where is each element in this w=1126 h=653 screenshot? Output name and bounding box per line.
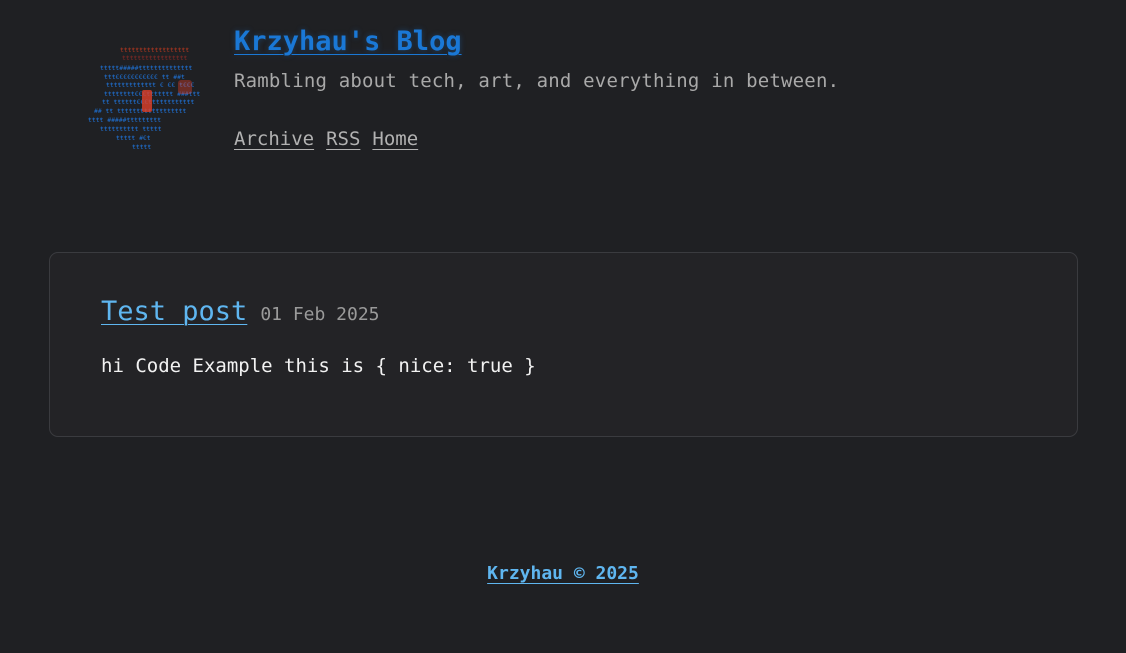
svg-text:ŧŧŧ€€€€€€€€€€€ ŧŧ ##ŧ: ŧŧŧ€€€€€€€€€€€ ŧŧ ##ŧ — [104, 73, 185, 81]
svg-text:ŧŧŧŧŧŧŧŧŧŧ ŧŧŧŧŧ: ŧŧŧŧŧŧŧŧŧŧ ŧŧŧŧŧ — [100, 125, 162, 133]
site-footer: Krzyhau © 2025 — [0, 561, 1126, 587]
svg-text:ŧŧŧŧŧŧŧŧŧŧŧŧŧŧŧŧŧ: ŧŧŧŧŧŧŧŧŧŧŧŧŧŧŧŧŧ — [122, 54, 188, 62]
post-excerpt: hi Code Example this is { nice: true } — [101, 355, 536, 377]
svg-text:## ŧŧ ŧŧŧŧŧŧŧŧŧŧŧŧŧŧŧŧŧŧ: ## ŧŧ ŧŧŧŧŧŧŧŧŧŧŧŧŧŧŧŧŧŧ — [94, 107, 186, 115]
post-card: Test post 01 Feb 2025 hi Code Example th… — [49, 252, 1078, 437]
nav-link-home[interactable]: Home — [372, 126, 418, 152]
svg-text:ŧŧŧŧŧ#####ŧŧŧŧŧŧŧŧŧŧŧŧŧŧ: ŧŧŧŧŧ#####ŧŧŧŧŧŧŧŧŧŧŧŧŧŧ — [100, 64, 192, 72]
site-tagline: Rambling about tech, art, and everything… — [234, 70, 840, 92]
footer-link[interactable]: Krzyhau © 2025 — [487, 563, 639, 584]
post-header: Test post 01 Feb 2025 — [101, 295, 380, 329]
main-nav: Archive RSS Home — [234, 126, 418, 152]
svg-text:ŧŧŧŧŧ: ŧŧŧŧŧ — [132, 143, 151, 151]
post-date: 01 Feb 2025 — [260, 304, 380, 325]
site-title[interactable]: Krzyhau's Blog — [234, 24, 462, 60]
svg-text:ŧŧŧŧŧŧŧŧŧŧŧŧŧŧŧŧŧŧ: ŧŧŧŧŧŧŧŧŧŧŧŧŧŧŧŧŧŧ — [120, 46, 189, 54]
site-header: ŧŧŧŧŧŧŧŧŧŧŧŧŧŧŧŧŧŧ ŧŧŧŧŧŧŧŧŧŧŧŧŧŧŧŧŧ ŧŧŧ… — [86, 22, 986, 172]
svg-text:ŧŧŧŧ #####ŧŧŧŧŧŧŧŧŧ: ŧŧŧŧ #####ŧŧŧŧŧŧŧŧŧ — [88, 116, 161, 124]
nav-link-rss[interactable]: RSS — [326, 126, 360, 152]
nav-link-archive[interactable]: Archive — [234, 126, 314, 152]
ascii-art-avatar-icon[interactable]: ŧŧŧŧŧŧŧŧŧŧŧŧŧŧŧŧŧŧ ŧŧŧŧŧŧŧŧŧŧŧŧŧŧŧŧŧ ŧŧŧ… — [86, 32, 218, 170]
post-title-link[interactable]: Test post — [101, 295, 247, 329]
svg-text:ŧŧŧŧŧ #€ŧ: ŧŧŧŧŧ #€ŧ — [116, 134, 151, 142]
